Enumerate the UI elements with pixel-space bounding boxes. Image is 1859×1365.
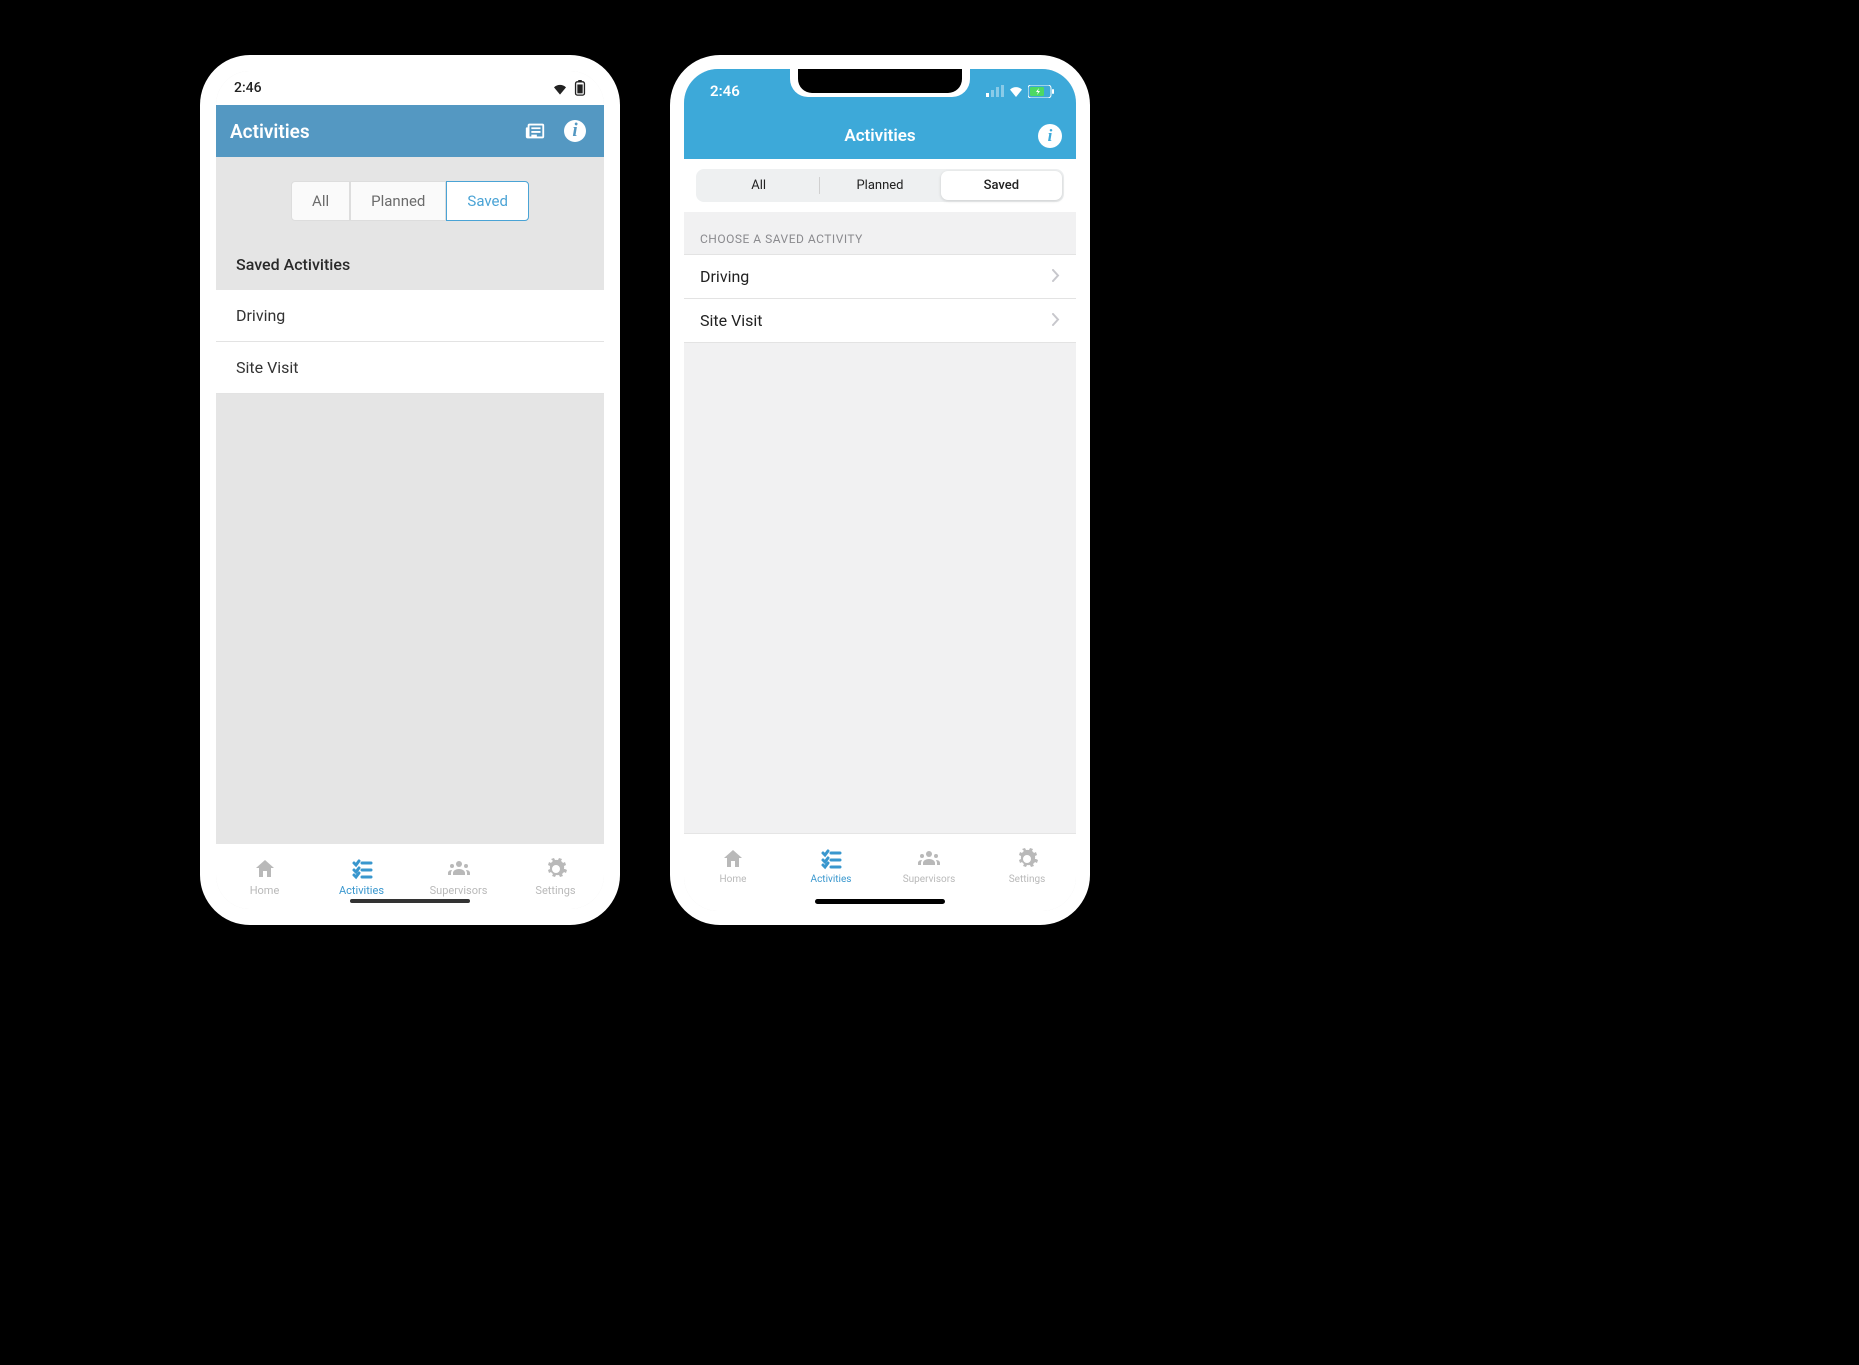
home-icon — [253, 857, 277, 881]
tab-label: Supervisors — [430, 884, 488, 897]
empty-area — [684, 343, 1076, 833]
activities-icon — [350, 857, 374, 881]
volume-up-button — [667, 285, 670, 340]
volume-down-button — [667, 355, 670, 410]
info-button[interactable]: i — [560, 116, 590, 146]
ios-segment-wrap: All Planned Saved — [684, 159, 1076, 212]
cellular-icon — [986, 85, 1004, 97]
segment-saved[interactable]: Saved — [446, 181, 529, 221]
tab-label: Settings — [535, 884, 575, 897]
mute-switch — [667, 235, 670, 265]
list-item[interactable]: Driving — [216, 290, 604, 342]
section-header: Saved Activities — [216, 239, 604, 290]
wifi-icon — [1008, 85, 1024, 97]
page-title: Activities — [230, 120, 510, 143]
android-home-indicator — [350, 899, 470, 903]
battery-icon — [574, 80, 586, 96]
chevron-right-icon — [1052, 267, 1060, 286]
gear-icon — [544, 857, 568, 881]
ios-screen: 2:46 Activities i All Planned Saved CHOO… — [684, 69, 1076, 911]
tab-label: Activities — [811, 874, 852, 885]
segment-all[interactable]: All — [291, 181, 350, 221]
info-icon: i — [1048, 126, 1053, 146]
tab-activities[interactable]: Activities — [782, 834, 880, 897]
tab-home[interactable]: Home — [684, 834, 782, 897]
tab-label: Activities — [339, 884, 384, 897]
android-screen: 2:46 Activities i All Planned Saved Save… — [216, 71, 604, 909]
empty-area — [216, 394, 604, 843]
activities-icon — [819, 847, 843, 871]
tab-label: Supervisors — [903, 874, 956, 885]
tab-label: Settings — [1009, 874, 1046, 885]
segment-planned[interactable]: Planned — [350, 181, 446, 221]
tab-settings[interactable]: Settings — [507, 844, 604, 909]
ios-header: Activities i — [684, 113, 1076, 159]
supervisors-icon — [917, 847, 941, 871]
news-button[interactable] — [520, 116, 550, 146]
page-title: Activities — [844, 126, 915, 146]
android-header: Activities i — [216, 105, 604, 157]
info-button[interactable]: i — [1038, 124, 1062, 148]
list-item[interactable]: Site Visit — [216, 342, 604, 394]
segmented-control: All Planned Saved — [291, 181, 529, 221]
tab-label: Home — [250, 884, 280, 897]
wifi-icon — [552, 81, 568, 95]
supervisors-icon — [447, 857, 471, 881]
android-device-frame: 2:46 Activities i All Planned Saved Save… — [200, 55, 620, 925]
android-status-bar: 2:46 — [216, 71, 604, 105]
ios-device-frame: 2:46 Activities i All Planned Saved CHOO… — [670, 55, 1090, 925]
power-button — [1090, 295, 1093, 380]
newspaper-icon — [524, 120, 546, 142]
saved-activities-list: Driving Site Visit — [216, 290, 604, 394]
notch — [790, 69, 970, 97]
list-item-label: Driving — [700, 267, 749, 286]
android-segment-wrap: All Planned Saved — [216, 157, 604, 239]
section-header: CHOOSE A SAVED ACTIVITY — [684, 212, 1076, 254]
info-icon: i — [564, 120, 586, 142]
status-indicators — [552, 80, 586, 96]
home-icon — [721, 847, 745, 871]
list-item[interactable]: Driving — [684, 255, 1076, 299]
ios-home-indicator — [815, 899, 945, 904]
segment-planned[interactable]: Planned — [819, 171, 940, 200]
status-indicators — [986, 85, 1054, 98]
tab-label: Home — [720, 874, 747, 885]
tab-settings[interactable]: Settings — [978, 834, 1076, 897]
saved-activities-list: Driving Site Visit — [684, 254, 1076, 343]
status-time: 2:46 — [710, 82, 740, 100]
list-item[interactable]: Site Visit — [684, 299, 1076, 343]
list-item-label: Site Visit — [700, 311, 763, 330]
battery-charging-icon — [1028, 85, 1054, 98]
gear-icon — [1015, 847, 1039, 871]
tab-home[interactable]: Home — [216, 844, 313, 909]
segment-saved[interactable]: Saved — [941, 171, 1062, 200]
segmented-control: All Planned Saved — [696, 169, 1064, 202]
status-time: 2:46 — [234, 80, 262, 96]
tab-supervisors[interactable]: Supervisors — [880, 834, 978, 897]
chevron-right-icon — [1052, 311, 1060, 330]
segment-all[interactable]: All — [698, 171, 819, 200]
